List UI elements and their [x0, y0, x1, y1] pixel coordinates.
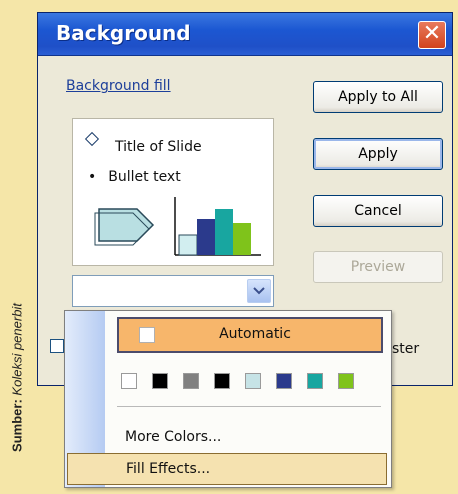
color-dropdown-menu: Automatic More Colors... Fill Effects... — [64, 310, 392, 488]
diamond-bullet-icon — [84, 131, 100, 147]
image-source-caption: Sumber: Koleksi penerbit — [2, 260, 32, 490]
color-swatch[interactable] — [152, 373, 168, 389]
preview-bar-chart — [174, 197, 261, 256]
color-swatch[interactable] — [183, 373, 199, 389]
menu-separator — [117, 406, 381, 407]
chevron-down-icon[interactable] — [247, 279, 271, 303]
apply-to-all-button[interactable]: Apply to All — [313, 81, 443, 113]
more-colors-option[interactable]: More Colors... — [125, 429, 221, 445]
preview-bullet-text: Bullet text — [108, 169, 181, 185]
cancel-button[interactable]: Cancel — [313, 195, 443, 227]
preview-button[interactable]: Preview — [313, 251, 443, 283]
caption-source-label: Sumber: — [9, 399, 25, 452]
fill-effects-label: Fill Effects... — [126, 461, 211, 477]
color-swatch[interactable] — [307, 373, 323, 389]
preview-slide-title: Title of Slide — [115, 139, 202, 155]
dialog-title: Background — [56, 21, 191, 45]
fill-effects-option[interactable]: Fill Effects... — [67, 453, 387, 485]
fill-color-dropdown[interactable] — [72, 275, 274, 307]
preview-arrow-shape — [94, 208, 155, 246]
color-swatch[interactable] — [121, 373, 137, 389]
color-swatch[interactable] — [338, 373, 354, 389]
automatic-label: Automatic — [219, 326, 291, 342]
apply-button[interactable]: Apply — [313, 138, 443, 170]
slide-preview: Title of Slide • Bullet text — [72, 118, 274, 266]
background-fill-label: Background fill — [66, 78, 171, 94]
color-swatch[interactable] — [245, 373, 261, 389]
bullet-dot: • — [88, 169, 97, 185]
color-swatch[interactable] — [276, 373, 292, 389]
caption-source-value: Koleksi penerbit — [9, 303, 25, 396]
omit-master-checkbox[interactable] — [50, 339, 64, 353]
title-bar[interactable]: Background ✕ — [38, 13, 452, 56]
omit-master-label: ster — [392, 341, 420, 357]
color-swatch[interactable] — [214, 373, 230, 389]
close-icon[interactable]: ✕ — [418, 21, 446, 49]
automatic-color-option[interactable]: Automatic — [117, 317, 383, 353]
preview-bullet: • Bullet text — [88, 169, 181, 185]
